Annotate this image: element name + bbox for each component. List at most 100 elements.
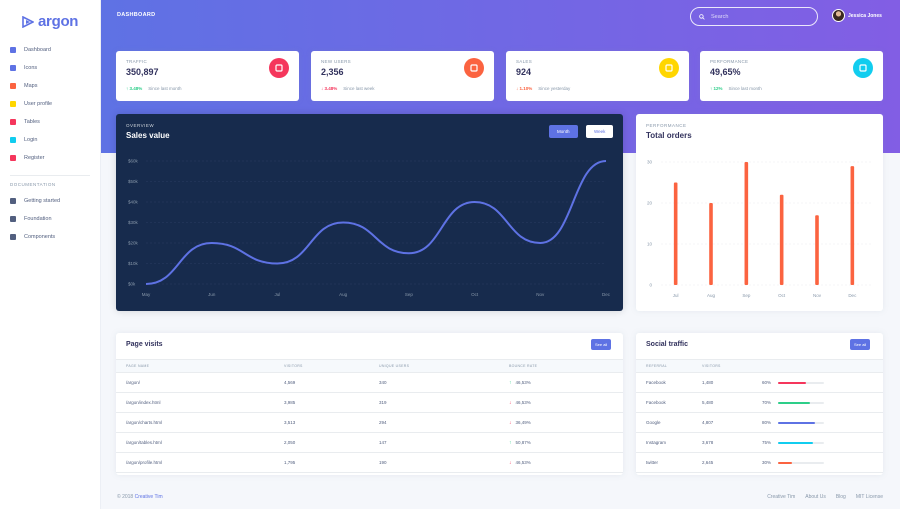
table-row[interactable]: twitter 2,645 30% [636, 452, 883, 473]
page-visits-table: Page name Visitors Unique users Bounce r… [116, 359, 623, 473]
total-orders-card: 0 10 20 30 Jul Aug Sep Oct Nov Dec Performance To… [636, 114, 883, 311]
progress-bar [778, 381, 824, 384]
table-row[interactable]: Instagram 3,678 75% [636, 432, 883, 453]
sidebar-divider [10, 175, 90, 176]
page-visits-see-all-button[interactable]: See all [591, 339, 612, 350]
tab-month[interactable]: Month [549, 125, 578, 138]
palette-icon [10, 216, 16, 222]
progress-bar [778, 461, 824, 464]
table-row[interactable]: Facebook 1,480 60% [636, 372, 883, 393]
stat-label: Sales [516, 59, 533, 64]
x-tick-label: Sep [405, 292, 414, 297]
page-title[interactable]: DASHBOARD [117, 12, 155, 18]
table-row[interactable]: Facebook 5,480 70% [636, 392, 883, 413]
table-row[interactable]: /argon/charts.html 3,513 294 ↓ 36,49% [116, 412, 623, 433]
order-bar[interactable] [744, 162, 749, 285]
order-bar[interactable] [673, 182, 678, 286]
order-bar[interactable] [709, 203, 713, 285]
order-bar[interactable] [815, 215, 819, 285]
sidebar-item-foundation[interactable]: Foundation [0, 210, 100, 228]
stat-footer: ↓ 1.10% Since yesterday [516, 86, 570, 91]
sidebar-item-icons[interactable]: Icons [0, 59, 100, 77]
x-tick-label: Aug [707, 293, 716, 298]
table-row[interactable]: /argon/tables.html 2,050 147 ↑ 50,87% [116, 432, 623, 453]
progress-bar [778, 421, 824, 424]
footer-company-link[interactable]: Creative Tim [135, 494, 163, 500]
page-visits-card: Page visits See all Page name Visitors U… [116, 333, 623, 475]
page-name-cell: /argon/charts.html [116, 412, 284, 433]
unique-users-cell: 190 [379, 452, 509, 473]
x-tick-label: Jul [673, 293, 679, 298]
user-icon [10, 101, 16, 107]
progress-wrap: 30% [762, 460, 883, 465]
table-row[interactable]: Google 4,807 80% [636, 412, 883, 433]
referral-cell: twitter [636, 452, 702, 473]
search-input[interactable] [711, 13, 801, 20]
social-traffic-see-all-button[interactable]: See all [850, 339, 871, 350]
visitors-cell: 5,480 [702, 392, 762, 413]
column-header: Page name [116, 359, 284, 373]
sidebar-item-login[interactable]: Login [0, 131, 100, 149]
sidebar-item-register[interactable]: Register [0, 149, 100, 167]
stat-note: Since last month [728, 86, 762, 91]
progress-fill [778, 401, 811, 404]
copyright-text: © 2018 [117, 494, 134, 500]
stat-footer: ↓ 3.48% Since last week [321, 86, 375, 91]
avatar[interactable] [832, 9, 845, 22]
page-name-cell: /argon/tables.html [116, 432, 284, 453]
sidebar-item-tables[interactable]: Tables [0, 113, 100, 131]
brand-logo[interactable]: argon [0, 0, 100, 36]
sidebar-item-label: Foundation [24, 216, 52, 222]
footer-link[interactable]: Creative Tim [767, 494, 795, 500]
arrow-up-icon: ↑ [509, 379, 512, 386]
table-row[interactable]: /argon/profile.html 1,795 190 ↓ 46,53% [116, 452, 623, 473]
x-tick-label: Oct [778, 293, 786, 298]
sidebar-item-components[interactable]: Components [0, 228, 100, 246]
stat-value: 49,65% [710, 67, 741, 77]
page-visits-title: Page visits [126, 341, 163, 348]
sidebar-item-label: Login [24, 137, 38, 143]
column-header: Unique users [379, 359, 509, 373]
arrow-down-icon: ↓ [509, 399, 512, 406]
y-tick-label: $0k [128, 282, 136, 287]
user-menu[interactable]: Jessica Jones [832, 9, 882, 22]
column-header: Bounce rate [509, 359, 623, 373]
order-bar[interactable] [779, 194, 784, 285]
social-traffic-title: Social traffic [646, 341, 689, 348]
order-bar[interactable] [850, 166, 855, 285]
bounce-rate-cell: ↓ 46,53% [509, 452, 623, 473]
stat-card-sales: Sales 924 ↓ 1.10% Since yesterday [506, 51, 689, 101]
y-tick-label: 20 [647, 201, 653, 206]
column-header [762, 359, 883, 373]
chart-bar-icon [269, 58, 289, 78]
sidebar-item-maps[interactable]: Maps [0, 77, 100, 95]
sidebar-item-user-profile[interactable]: User profile [0, 95, 100, 113]
footer-link[interactable]: Blog [836, 494, 846, 500]
y-tick-label: 10 [647, 242, 653, 247]
tab-week[interactable]: Week [586, 125, 614, 138]
social-traffic-table: Referral Visitors Facebook 1,480 60% Facebo… [636, 359, 883, 473]
sidebar-item-getting-started[interactable]: Getting started [0, 192, 100, 210]
arrow-down-icon: ↓ [509, 459, 512, 466]
sidebar-section-heading: Documentation [10, 182, 56, 187]
user-name[interactable]: Jessica Jones [848, 13, 882, 19]
visitors-cell: 4,807 [702, 412, 762, 433]
planet-icon [10, 65, 16, 71]
stat-change-value: 1.10% [519, 86, 533, 91]
sidebar-item-dashboard[interactable]: Dashboard [0, 41, 100, 59]
circle-icon [10, 155, 16, 161]
visitors-cell: 2,645 [702, 452, 762, 473]
search-bar[interactable] [690, 7, 818, 26]
footer-link[interactable]: About Us [805, 494, 826, 500]
bounce-rate-cell: ↑ 46,53% [509, 372, 623, 393]
progress-fill [778, 441, 813, 444]
table-row[interactable]: /argon/4,569 340 ↑ 46,53% [116, 372, 623, 393]
visitors-cell: 1,480 [702, 372, 762, 393]
x-tick-label: Oct [471, 292, 479, 297]
table-row[interactable]: /argon/index.html 3,985 319 ↓ 46,53% [116, 392, 623, 413]
x-tick-label: Jul [275, 292, 281, 297]
footer-link[interactable]: MIT License [856, 494, 883, 500]
percent-cell: 80% [762, 412, 883, 433]
stat-change: ↑ 3.48% [126, 86, 142, 91]
pin-icon [10, 83, 16, 89]
